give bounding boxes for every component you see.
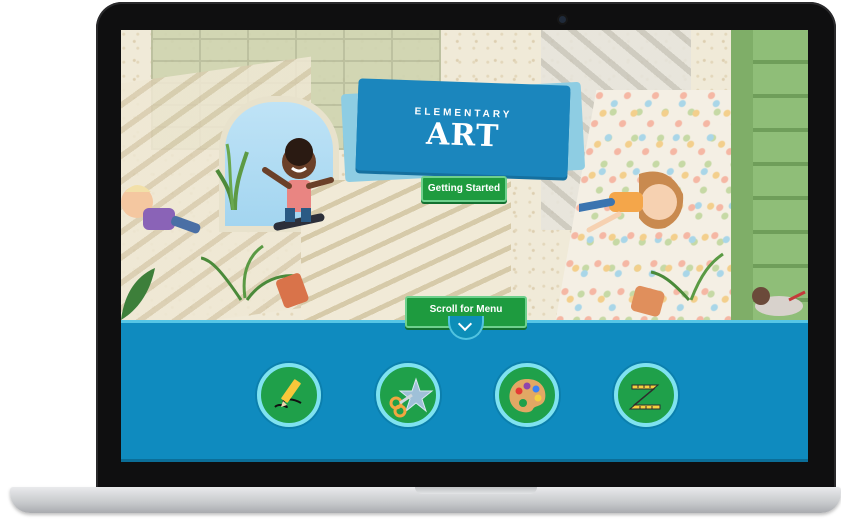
potted-plant-left [201,244,309,309]
green-wall-slats [753,30,808,320]
scissors-star-icon [389,377,434,418]
dog-illustration [752,287,806,316]
lying-kid-left [121,185,201,234]
laptop-base [10,487,841,513]
title-card: ELEMENTARY ART [355,78,571,178]
leaf-icon [121,268,155,320]
menu-button-drawing[interactable] [257,363,321,427]
laptop-notch [415,487,537,494]
lying-girl-right [579,171,684,233]
palette-icon [509,379,546,413]
page-title: ART [425,116,500,155]
menu-button-painting[interactable] [495,363,559,427]
camera-icon [559,16,566,23]
app-title-banner: ELEMENTARY ART [340,78,586,183]
menu-button-cutting[interactable] [376,363,440,427]
menu-button-measuring[interactable] [614,363,678,427]
skateboard-kid [262,138,334,231]
getting-started-button[interactable]: Getting Started [421,176,507,202]
app-screen: ELEMENTARY ART Getting Started Scroll fo… [121,30,808,462]
ruler-icon [628,384,661,410]
menu-bar-edge [121,459,808,462]
plant-icon [215,143,249,210]
menu-bar [121,320,808,462]
pencil-draw-icon [274,379,302,408]
potted-plant-right [631,252,724,317]
